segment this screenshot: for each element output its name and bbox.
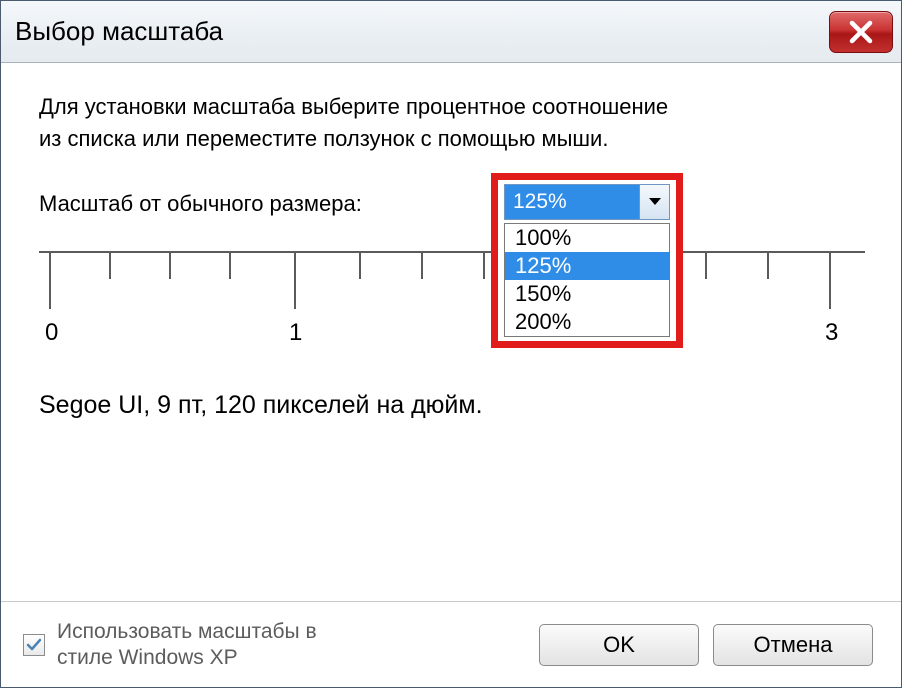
dialog-window: Выбор масштаба Для установки масштаба вы… [0,0,902,688]
dialog-footer: Использовать масштабы в стиле Windows XP… [1,601,901,687]
client-area: Для установки масштаба выберите процентн… [1,63,901,687]
ruler-tick [169,251,171,279]
close-icon [848,19,874,45]
ok-button[interactable]: OK [539,624,699,666]
scale-row: Масштаб от обычного размера: [39,185,865,217]
ruler[interactable]: 0 1 3 [39,231,865,351]
description-text: Для установки масштаба выберите процентн… [39,91,865,155]
cancel-button[interactable]: Отмена [713,624,873,666]
ruler-tick [705,251,707,279]
window-title: Выбор масштаба [15,16,223,47]
ruler-tick [359,251,361,279]
ruler-tick [829,251,831,309]
xp-style-checkbox-label: Использовать масштабы в стиле Windows XP [57,619,317,669]
ruler-baseline [39,251,865,253]
ruler-tick [767,251,769,279]
ruler-tick [229,251,231,279]
ruler-tick [109,251,111,279]
description-line2: из списка или переместите ползунок с пом… [39,126,608,151]
ruler-label-0: 0 [45,319,58,347]
ruler-tick [294,251,296,309]
scale-combobox[interactable]: 125% [504,184,670,220]
chevron-down-icon [648,197,662,207]
xp-style-checkbox[interactable] [23,634,45,656]
scale-combobox-value: 125% [505,185,639,219]
ruler-tick [483,251,485,279]
checkmark-icon [26,637,42,653]
ruler-tick [421,251,423,279]
scale-option-150[interactable]: 150% [505,280,669,308]
scale-option-100[interactable]: 100% [505,224,669,252]
ruler-tick [49,251,51,309]
scale-combobox-arrow[interactable] [639,185,669,219]
dpi-status-text: Segoe UI, 9 пт, 120 пикселей на дюйм. [39,391,483,420]
description-line1: Для установки масштаба выберите процентн… [39,94,668,119]
ruler-label-1: 1 [289,319,302,347]
checkbox-label-line2: стиле Windows XP [57,646,238,669]
scale-combobox-list[interactable]: 100% 125% 150% 200% [504,223,670,337]
scale-option-200[interactable]: 200% [505,308,669,336]
checkbox-label-line1: Использовать масштабы в [57,620,317,643]
xp-style-checkbox-group[interactable]: Использовать масштабы в стиле Windows XP [23,619,525,669]
scale-label: Масштаб от обычного размера: [39,185,362,217]
ruler-label-3: 3 [825,319,838,347]
close-button[interactable] [829,11,893,53]
scale-combobox-highlight: 125% 100% 125% 150% 200% [491,173,683,348]
title-bar: Выбор масштаба [1,1,901,63]
scale-option-125[interactable]: 125% [505,252,669,280]
